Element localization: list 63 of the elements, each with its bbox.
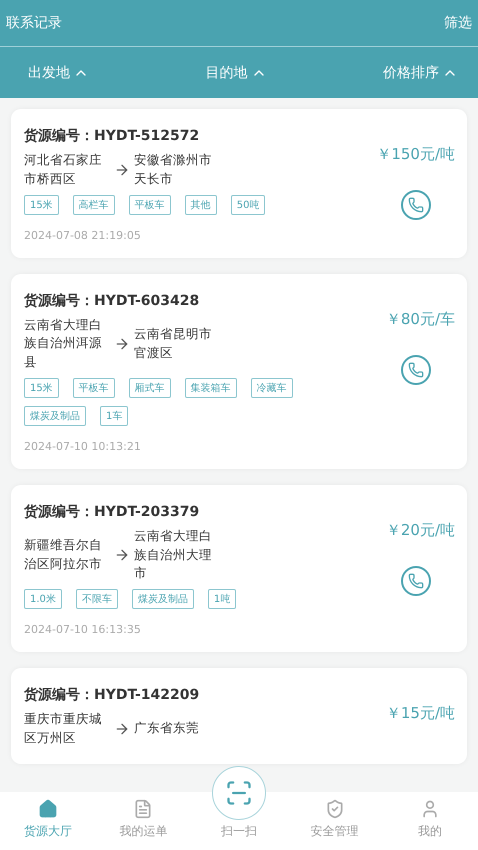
cargo-number: 货源编号：HYDT-603428 <box>24 292 200 310</box>
phone-icon <box>408 572 424 589</box>
tag: 高栏车 <box>72 194 115 214</box>
cargo-number: 货源编号：HYDT-203379 <box>24 502 200 521</box>
scan-button[interactable] <box>212 766 266 820</box>
origin-text: 河北省石家庄市桥西区 <box>24 151 103 188</box>
tag: 煤炭及制品 <box>132 589 194 609</box>
nav-tab[interactable]: 我的运单 <box>96 792 192 850</box>
cargo-card[interactable]: 货源编号：HYDT-142209 重庆市重庆城区万州区 广东省东莞 ￥15元/吨 <box>11 668 467 764</box>
filter-link[interactable]: 筛选 <box>444 14 472 32</box>
price-text: ￥20元/吨 <box>386 520 455 540</box>
cargo-number: 货源编号：HYDT-512572 <box>24 127 200 145</box>
scan-tab[interactable]: 扫一扫 <box>191 823 287 850</box>
tag: 冷藏车 <box>250 378 293 398</box>
scan-icon <box>225 779 253 807</box>
filter-dropdown[interactable]: 目的地 <box>206 64 266 82</box>
tag: 1车 <box>100 406 128 426</box>
price-text: ￥80元/车 <box>386 310 455 328</box>
nav-tab[interactable]: 货源大厅 <box>0 792 96 850</box>
timestamp: 2024-07-10 16:13:35 <box>24 623 142 636</box>
tag: 煤炭及制品 <box>24 406 86 426</box>
cargo-number: 货源编号：HYDT-142209 <box>24 686 200 704</box>
cargo-card[interactable]: 货源编号：HYDT-603428 云南省大理白族自治州洱源县 云南省昆明市官渡区 15米 平板车 厢式车 集装箱车 冷藏车 煤炭及制品 1车 2024-07-10 10:13:21 ￥80元/车 <box>11 274 467 469</box>
arrow-right-icon <box>114 162 130 178</box>
origin-text: 云南省大理白族自治州洱源县 <box>24 316 103 371</box>
tag: 厢式车 <box>128 378 171 398</box>
filter-dropdown[interactable]: 价格排序 <box>383 64 458 82</box>
doc-icon <box>133 799 154 819</box>
tag: 50吨 <box>230 194 266 214</box>
destination-text: 安徽省滁州市天长市 <box>134 151 213 188</box>
arrow-right-icon <box>114 720 130 737</box>
price-text: ￥150元/吨 <box>376 145 455 164</box>
tag: 不限车 <box>76 589 118 609</box>
shield-icon <box>324 799 345 819</box>
timestamp: 2024-07-08 21:19:05 <box>24 228 142 242</box>
nav-tab[interactable]: 我的 <box>382 792 478 850</box>
phone-button[interactable] <box>401 566 431 596</box>
cargo-card[interactable]: 货源编号：HYDT-512572 河北省石家庄市桥西区 安徽省滁州市天长市 15米 高栏车 平板车 其他 50吨 2024-07-08 21:19:05 ￥150元/吨 <box>11 109 467 258</box>
tag: 集装箱车 <box>184 378 237 398</box>
phone-button[interactable] <box>401 354 431 384</box>
tag: 1吨 <box>208 589 236 609</box>
origin-text: 新疆维吾尔自治区阿拉尔市 <box>24 536 103 573</box>
price-text: ￥15元/吨 <box>386 704 455 723</box>
filter-dropdown[interactable]: 出发地 <box>28 64 89 82</box>
tag: 平板车 <box>128 194 171 214</box>
origin-text: 重庆市重庆城区万州区 <box>24 710 103 747</box>
contact-records-title[interactable]: 联系记录 <box>6 14 62 32</box>
arrow-right-icon <box>114 546 130 563</box>
destination-text: 云南省大理白族自治州大理市 <box>134 526 213 582</box>
tag: 1.0米 <box>24 589 62 609</box>
nav-tab[interactable]: 安全管理 <box>286 792 382 850</box>
tag: 15米 <box>24 194 59 214</box>
timestamp: 2024-07-10 10:13:21 <box>24 440 142 453</box>
phone-icon <box>408 362 424 378</box>
tag: 15米 <box>24 378 59 398</box>
home-icon <box>38 799 58 819</box>
tag: 平板车 <box>72 378 115 398</box>
phone-icon <box>408 197 424 213</box>
destination-text: 云南省昆明市官渡区 <box>134 324 213 362</box>
destination-text: 广东省东莞 <box>134 719 200 738</box>
cargo-card[interactable]: 货源编号：HYDT-203379 新疆维吾尔自治区阿拉尔市 云南省大理白族自治州大理市 1.0米 不限车 煤炭及制品 1吨 2024-07-10 16:13:35 ￥20元/吨 <box>11 484 467 652</box>
phone-button[interactable] <box>401 190 431 220</box>
tag: 其他 <box>184 194 217 214</box>
